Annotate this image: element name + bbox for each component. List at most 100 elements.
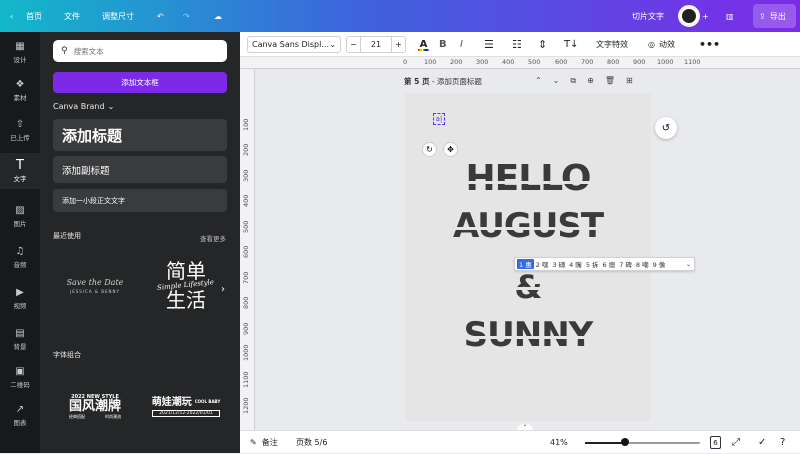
add-page-icon[interactable]: ⊕: [587, 76, 594, 86]
headline-hello[interactable]: HELLO: [405, 158, 651, 199]
rail-item-background[interactable]: ▤ 背景: [0, 321, 40, 357]
recent-template-save-the-date[interactable]: Save the Date JESSICA & BENNY: [53, 250, 137, 322]
zoom-slider-handle[interactable]: [621, 438, 630, 446]
cloud-save-icon[interactable]: ☁: [214, 0, 222, 32]
ime-candidate[interactable]: 9 像: [651, 259, 668, 269]
font-family-select[interactable]: Canva Sans Displ... ⌄: [247, 36, 341, 53]
rail-item-qrcode[interactable]: ▣ 二维码: [0, 359, 40, 395]
zoom-level[interactable]: 41%: [550, 431, 568, 454]
ime-candidate[interactable]: 2 嘿: [534, 259, 551, 269]
page-number: 第 5 页: [404, 77, 430, 86]
vertical-text-icon[interactable]: T↓: [564, 32, 579, 57]
text-color-button[interactable]: A: [418, 32, 429, 57]
undo-icon[interactable]: ↶: [157, 0, 164, 32]
rail-item-audio[interactable]: ♫ 音频: [0, 239, 40, 275]
chevron-down-icon: ⌄: [329, 40, 336, 49]
see-more-link[interactable]: 查看更多: [200, 233, 226, 243]
rail-label: 图表: [13, 419, 27, 427]
redo-icon[interactable]: ↷: [183, 0, 190, 32]
brand-kit-selector[interactable]: Canva Brand ⌄: [53, 102, 114, 111]
rail-item-uploads[interactable]: ⇧ 已上传: [0, 112, 40, 148]
rail-item-photos[interactable]: ▨ 图片: [0, 198, 40, 234]
file-menu[interactable]: 文件: [64, 0, 80, 32]
ruler-label: 300: [242, 169, 250, 182]
chevron-right-icon[interactable]: ›: [221, 284, 225, 295]
rail-label: 设计: [13, 56, 27, 64]
grid-view-button[interactable]: 6: [710, 436, 721, 449]
rotate-icon[interactable]: ↻: [422, 142, 437, 157]
recent-template-simple-life[interactable]: 简单 Simple Lifestyle 生活: [144, 250, 228, 322]
headline-august[interactable]: AUGUST: [405, 206, 651, 246]
ime-candidate-bar: 1 惠 2 嘿 3 礴 4 嘴 5 拆 6 擅 7 碑 8 嘲 9 像 ⌄: [514, 257, 695, 271]
page-title[interactable]: 第 5 页 - 添加页面标题: [404, 76, 482, 87]
resize-menu[interactable]: 调整尺寸: [102, 0, 134, 32]
italic-button[interactable]: I: [460, 32, 463, 57]
help-icon[interactable]: ?: [780, 431, 785, 454]
chevron-down-icon: ⌄: [107, 102, 115, 111]
search-box[interactable]: ⚲: [53, 40, 227, 62]
rail-item-text[interactable]: T 文字: [0, 153, 40, 189]
ruler-label: 700: [242, 271, 250, 284]
ruler-label: 800: [607, 58, 620, 66]
add-page-after-icon[interactable]: ⊞: [626, 76, 633, 86]
font-size-decrease-button[interactable]: −: [346, 36, 361, 53]
headline-sunny[interactable]: SUNNY: [405, 315, 651, 355]
export-button[interactable]: ⇪ 导出: [753, 4, 796, 28]
spacing-icon[interactable]: ⇕: [538, 32, 547, 57]
document-title[interactable]: 切片文字: [632, 0, 664, 32]
combo-template-mengwa[interactable]: 萌娃潮玩 COOL BABY 2021/12/12-2022/01/01: [144, 377, 228, 437]
rail-item-video[interactable]: ▶ 视频: [0, 280, 40, 316]
chevron-down-icon[interactable]: ⌄: [686, 261, 691, 268]
rail-item-charts[interactable]: ↗ 图表: [0, 397, 40, 433]
ime-candidate[interactable]: 4 嘴: [567, 259, 584, 269]
insights-icon[interactable]: ▥: [726, 0, 734, 32]
add-body-text-button[interactable]: 添加一小段正文文字: [53, 189, 227, 212]
share-plus-icon[interactable]: +: [702, 0, 709, 32]
search-input[interactable]: [73, 46, 214, 56]
move-page-up-icon[interactable]: ⌃: [535, 76, 542, 86]
duplicate-page-icon[interactable]: ⧉: [570, 76, 576, 86]
delete-page-icon[interactable]: 🗑: [605, 76, 615, 86]
ruler-label: 600: [242, 245, 250, 258]
font-size-increase-button[interactable]: +: [391, 36, 406, 53]
move-page-down-icon[interactable]: ⌄: [553, 76, 560, 86]
ime-candidate[interactable]: 1 惠: [517, 259, 534, 269]
combo-template-guofeng[interactable]: 2022 NEW STYLE 国风潮牌 经典搭配 时尚潮流: [53, 377, 137, 437]
music-icon: ♫: [15, 245, 25, 257]
add-subheading-button[interactable]: 添加副标题: [53, 156, 227, 183]
ruler-label: 400: [242, 194, 250, 207]
ime-candidate[interactable]: 6 擅: [601, 259, 618, 269]
avatar[interactable]: [678, 5, 700, 27]
font-family-value: Canva Sans Displ...: [252, 40, 329, 49]
zoom-slider[interactable]: [585, 438, 700, 446]
left-rail: ▦ 设计 ❖ 素材 ⇧ 已上传 T 文字 ▨ 图片 ♫ 音频 ▶ 视频 ▤ 背景 ▣ 二维码 ↗ 图…: [0, 32, 40, 453]
notes-button[interactable]: ✎ 备注: [250, 431, 278, 454]
refresh-icon[interactable]: ↺: [655, 117, 677, 139]
more-options-icon[interactable]: •••: [699, 32, 720, 57]
zoom-slider-fill: [585, 442, 626, 444]
page-tools: ⌃ ⌄ ⧉ ⊕ 🗑 ⊞: [535, 76, 633, 86]
ruler-label: 800: [242, 296, 250, 309]
home-link[interactable]: 首页: [26, 0, 42, 32]
align-icon[interactable]: ☰: [484, 32, 494, 57]
back-icon[interactable]: ‹: [10, 0, 13, 32]
ime-candidate[interactable]: 7 碑: [617, 259, 634, 269]
check-icon[interactable]: ✓: [758, 431, 766, 454]
animate-button[interactable]: ◎ 动效: [648, 32, 675, 57]
add-textbox-button[interactable]: 添加文本框: [53, 72, 227, 93]
rail-item-elements[interactable]: ❖ 素材: [0, 72, 40, 108]
selected-text-box[interactable]: a|: [433, 113, 445, 125]
font-size-input[interactable]: 21: [361, 36, 391, 53]
rail-item-design[interactable]: ▦ 设计: [0, 34, 40, 70]
list-icon[interactable]: ☷: [512, 32, 522, 57]
text-icon: T: [16, 157, 24, 173]
fullscreen-icon[interactable]: ⤢: [732, 431, 740, 454]
bold-button[interactable]: B: [439, 32, 447, 57]
page-counter[interactable]: 页数 5/6: [296, 431, 327, 454]
add-heading-button[interactable]: 添加标题: [53, 119, 227, 151]
ime-candidate[interactable]: 8 嘲: [634, 259, 651, 269]
ime-candidate[interactable]: 3 礴: [550, 259, 567, 269]
text-effects-button[interactable]: 文字特效: [596, 32, 628, 57]
move-icon[interactable]: ✥: [443, 142, 458, 157]
ime-candidate[interactable]: 5 拆: [584, 259, 601, 269]
